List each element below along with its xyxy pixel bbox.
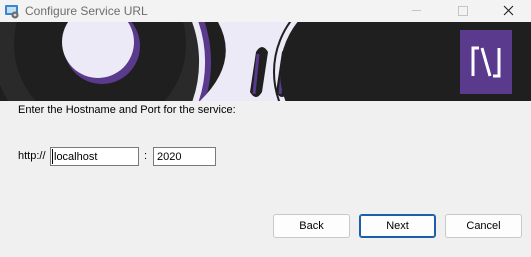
window-title: Configure Service URL [25, 4, 148, 18]
product-logo-icon [460, 30, 512, 94]
instruction-text: Enter the Hostname and Port for the serv… [18, 104, 236, 116]
text-caret [52, 149, 53, 164]
close-icon[interactable] [485, 0, 531, 22]
title-bar: Configure Service URL [0, 0, 531, 22]
banner-artwork [0, 22, 531, 101]
header-banner [0, 22, 531, 101]
maximize-icon[interactable] [439, 0, 485, 22]
port-input[interactable] [153, 147, 216, 166]
configure-service-url-dialog: Configure Service URL Enter the Hostname… [0, 0, 531, 257]
cancel-button[interactable]: Cancel [445, 214, 522, 238]
back-button[interactable]: Back [273, 214, 350, 238]
scheme-label: http:// [18, 150, 46, 162]
port-separator: : [144, 150, 148, 162]
next-button[interactable]: Next [359, 214, 436, 238]
hostname-input[interactable] [50, 147, 139, 166]
minimize-icon[interactable] [393, 0, 439, 22]
service-app-icon [4, 3, 20, 19]
